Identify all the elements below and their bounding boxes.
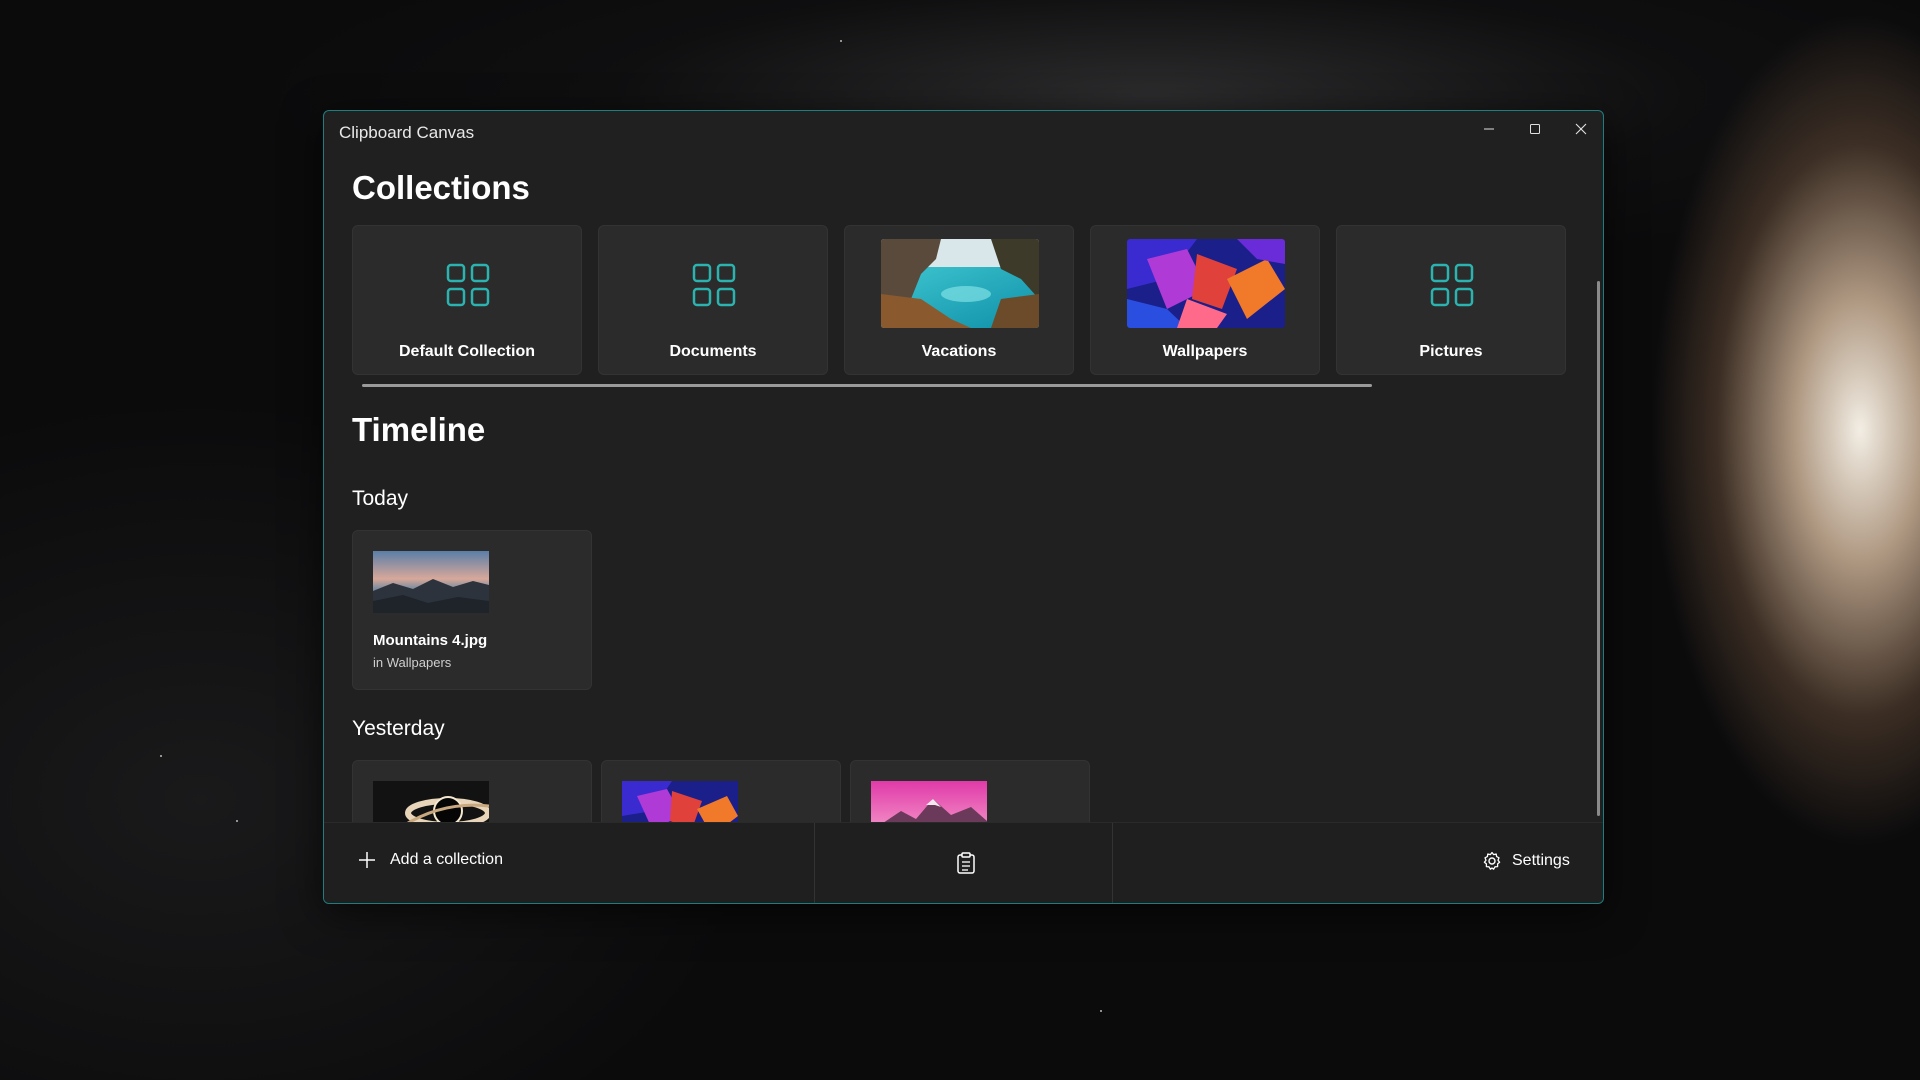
maximize-icon (1530, 124, 1540, 134)
clipboard-button[interactable] (952, 849, 980, 877)
collections-heading: Collections (352, 169, 530, 206)
grid-icon (1430, 263, 1474, 307)
collection-label: Wallpapers (1162, 343, 1248, 360)
divider (1112, 823, 1113, 903)
background-star (236, 820, 238, 822)
minimize-button[interactable] (1466, 111, 1512, 147)
settings-label: Settings (1512, 852, 1570, 869)
clipboard-icon (957, 852, 975, 874)
background-star (840, 40, 842, 42)
collection-label: Default Collection (398, 343, 535, 360)
close-button[interactable] (1558, 111, 1603, 147)
collection-label: Documents (669, 343, 757, 360)
gear-icon (1483, 851, 1501, 870)
minimize-icon (1484, 128, 1494, 130)
bottom-command-bar: Add a collection Settings (324, 822, 1603, 903)
collection-card-default[interactable]: Default Collection (352, 225, 582, 375)
collections-horizontal-scrollbar[interactable] (362, 384, 1372, 387)
maximize-button[interactable] (1512, 111, 1558, 147)
add-collection-button[interactable]: Add a collection (358, 851, 503, 869)
close-icon (1575, 123, 1587, 135)
background-star (160, 755, 162, 757)
item-name: Mountains 4.jpg (373, 632, 488, 649)
day-header-today: Today (352, 487, 409, 510)
app-window: Clipboard Canvas Collections Default Col… (323, 110, 1604, 904)
collection-label: Pictures (1419, 343, 1483, 360)
add-collection-label: Add a collection (390, 851, 503, 868)
app-title: Clipboard Canvas (339, 123, 475, 142)
vertical-scrollbar[interactable] (1597, 281, 1600, 816)
vacations-thumbnail (881, 239, 1039, 328)
collection-card-documents[interactable]: Documents (598, 225, 828, 375)
divider (814, 823, 815, 903)
collection-card-vacations[interactable]: Vacations (844, 225, 1074, 375)
wallpapers-thumbnail (1127, 239, 1285, 328)
timeline-heading: Timeline (352, 411, 486, 448)
timeline-item[interactable]: Mountains 4.jpg in Wallpapers (352, 530, 592, 690)
background-star (1100, 1010, 1102, 1012)
collection-label: Vacations (921, 343, 997, 360)
day-header-yesterday: Yesterday (352, 717, 445, 740)
collection-card-pictures[interactable]: Pictures (1336, 225, 1566, 375)
title-bar[interactable]: Clipboard Canvas (324, 111, 1603, 153)
grid-icon (446, 263, 490, 307)
settings-button[interactable]: Settings (1482, 851, 1570, 871)
item-location: in Wallpapers (373, 655, 452, 670)
grid-icon (692, 263, 736, 307)
collection-card-wallpapers[interactable]: Wallpapers (1090, 225, 1320, 375)
collections-list: Default Collection Documents Vacations W… (352, 225, 1566, 375)
plus-icon (359, 852, 375, 868)
mountains-thumbnail (373, 551, 489, 613)
